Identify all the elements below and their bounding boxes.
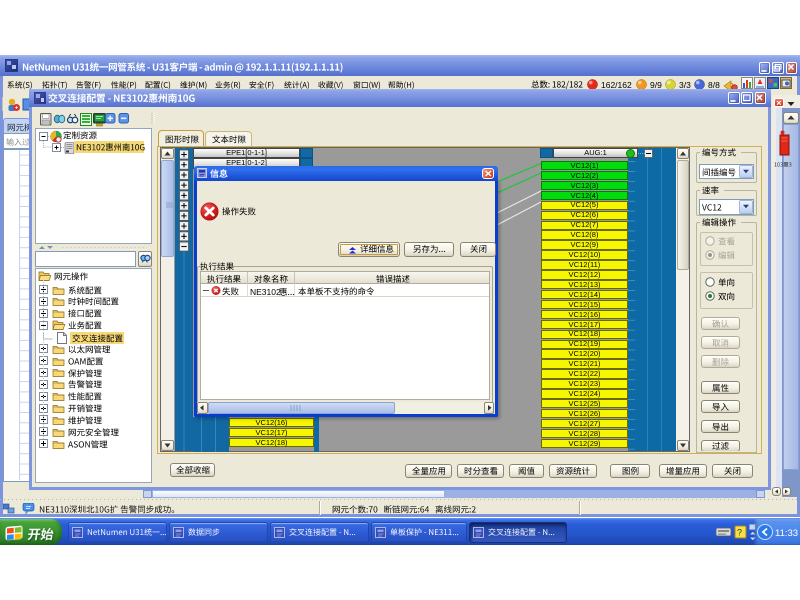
svg-text:?: ? bbox=[737, 528, 742, 538]
